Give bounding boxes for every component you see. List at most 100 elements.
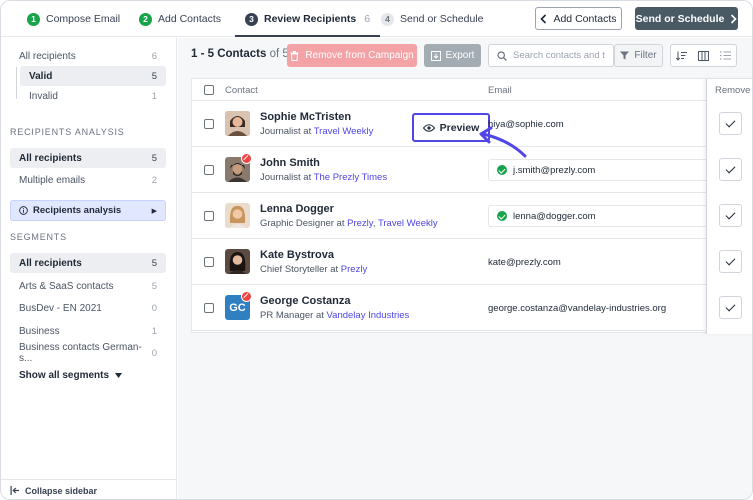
- remove-toggle[interactable]: [719, 112, 742, 135]
- remove-column: Remove: [706, 79, 752, 334]
- search-box[interactable]: [488, 44, 614, 67]
- sidebar-item-invalid[interactable]: Invalid 1: [20, 86, 166, 106]
- sidebar-item-label: All recipients: [19, 152, 82, 164]
- row-checkbox[interactable]: [204, 257, 214, 267]
- remove-label: Remove from Campaign: [305, 50, 414, 61]
- sort-button[interactable]: [670, 44, 693, 67]
- recipients-table: Contact Email Sophie McTristen Journalis…: [191, 78, 752, 334]
- sidebar-item-label: Valid: [29, 70, 53, 82]
- filter-button[interactable]: Filter: [614, 44, 663, 67]
- contact-role: Chief Storyteller at Prezly: [260, 264, 367, 275]
- contact-name[interactable]: George Costanza: [260, 295, 350, 307]
- organization-link[interactable]: The Prezly Times: [314, 172, 387, 183]
- verified-check-icon: [497, 165, 507, 175]
- step-number: 2: [139, 12, 152, 26]
- segment-item[interactable]: BusDev - EN 2021 0: [10, 298, 166, 318]
- sidebar-item-valid[interactable]: Valid 5: [20, 66, 166, 86]
- check-icon: [725, 301, 736, 311]
- caret-down-icon: [115, 373, 123, 378]
- contact-role: Graphic Designer at Prezly, Travel Weekl…: [260, 218, 438, 229]
- step-number: 4: [381, 12, 394, 26]
- row-checkbox[interactable]: [204, 211, 214, 221]
- remove-toggle[interactable]: [719, 158, 742, 181]
- select-all-checkbox[interactable]: [204, 85, 214, 95]
- segment-item[interactable]: All recipients 5: [10, 253, 166, 273]
- segment-label: Business contacts German-s...: [19, 342, 142, 364]
- check-icon: [725, 117, 736, 127]
- tree-line: [16, 67, 17, 99]
- recipients-analysis-heading: RECIPIENTS ANALYSIS: [10, 127, 125, 137]
- column-header-email: Email: [488, 85, 512, 96]
- sidebar-item-count: 1: [151, 90, 157, 102]
- contact-role: PR Manager at Vandelay Industries: [260, 310, 409, 321]
- email-select[interactable]: lenna@dogger.com: [488, 205, 711, 227]
- send-or-schedule-button[interactable]: Send or Schedule: [635, 7, 738, 30]
- filter-label: Filter: [634, 50, 657, 61]
- columns-view-button[interactable]: [692, 44, 715, 67]
- remove-toggle[interactable]: [719, 250, 742, 273]
- contact-email: lenna@dogger.com: [513, 210, 596, 222]
- row-checkbox[interactable]: [204, 119, 214, 129]
- column-header-contact: Contact: [225, 85, 258, 96]
- step-label: Review Recipients: [264, 13, 357, 25]
- organization-link[interactable]: Travel Weekly: [378, 218, 438, 229]
- segments-heading: SEGMENTS: [10, 232, 67, 242]
- show-all-segments-button[interactable]: Show all segments: [19, 370, 123, 381]
- chevron-left-icon: [540, 13, 547, 24]
- remove-toggle[interactable]: [719, 296, 742, 319]
- step-label: Compose Email: [46, 13, 121, 25]
- organization-link[interactable]: Vandelay Industries: [327, 310, 410, 321]
- step-compose-email[interactable]: 1 Compose Email: [27, 1, 120, 37]
- segment-item[interactable]: Arts & SaaS contacts 5: [10, 276, 166, 296]
- step-review-recipients[interactable]: 3 Review Recipients 6: [234, 1, 381, 37]
- remove-from-campaign-button[interactable]: Remove from Campaign: [287, 44, 417, 67]
- table-row[interactable]: GC George Costanza PR Manager at Vandela…: [192, 285, 752, 331]
- main-content: 1 - 5 Contacts of 5 Remove from Campaign…: [178, 38, 752, 499]
- sidebar-item-count: 5: [151, 70, 157, 82]
- table-row[interactable]: Lenna Dogger Graphic Designer at Prezly,…: [192, 193, 752, 239]
- sidebar-item-label: Multiple emails: [19, 174, 86, 186]
- contact-name[interactable]: Lenna Dogger: [260, 203, 334, 215]
- remove-toggle[interactable]: [719, 204, 742, 227]
- contact-name[interactable]: John Smith: [260, 157, 320, 169]
- segment-label: All recipients: [19, 257, 82, 269]
- app-window: 1 Compose Email 2 Add Contacts 3 Review …: [0, 0, 753, 500]
- row-checkbox[interactable]: [204, 165, 214, 175]
- sidebar-item-analysis-all[interactable]: All recipients 5: [10, 148, 166, 168]
- verified-check-icon: [497, 211, 507, 221]
- collapse-sidebar-label: Collapse sidebar: [25, 485, 98, 496]
- caret-right-icon: ▶: [151, 207, 157, 215]
- step-add-contacts[interactable]: 2 Add Contacts: [139, 1, 221, 37]
- contact-name[interactable]: Sophie McTristen: [260, 111, 351, 123]
- role-text: Journalist at: [260, 126, 312, 137]
- organization-link[interactable]: Travel Weekly: [314, 126, 374, 137]
- sidebar-item-multiple-emails[interactable]: Multiple emails 2: [10, 170, 166, 190]
- list-icon: [719, 51, 731, 60]
- list-view-button[interactable]: [714, 44, 737, 67]
- table-row[interactable]: Kate Bystrova Chief Storyteller at Prezl…: [192, 239, 752, 285]
- role-text: Journalist at: [260, 172, 312, 183]
- row-checkbox[interactable]: [204, 303, 214, 313]
- contacts-total: of 5: [269, 48, 289, 60]
- step-number: 1: [27, 12, 40, 26]
- contact-email: george.costanza@vandelay-industries.org: [488, 303, 667, 314]
- organization-link[interactable]: Prezly: [347, 218, 373, 229]
- step-count: 6: [364, 13, 371, 25]
- segment-item[interactable]: Business 1: [10, 321, 166, 341]
- collapse-sidebar-button[interactable]: Collapse sidebar: [1, 479, 177, 499]
- export-button[interactable]: Export: [424, 44, 481, 67]
- search-input[interactable]: [513, 50, 609, 61]
- contact-name[interactable]: Kate Bystrova: [260, 249, 334, 261]
- organization-link[interactable]: Prezly: [341, 264, 367, 275]
- sidebar-item-count: 2: [151, 174, 157, 186]
- segment-count: 5: [151, 280, 157, 292]
- eye-icon: [422, 123, 435, 132]
- recipients-analysis-button[interactable]: Recipients analysis ▶: [10, 200, 166, 221]
- recipients-analysis-label: Recipients analysis: [33, 205, 122, 216]
- add-contacts-button[interactable]: Add Contacts: [535, 7, 622, 30]
- email-select[interactable]: j.smith@prezly.com: [488, 159, 711, 181]
- contacts-summary: 1 - 5 Contacts of 5: [191, 48, 289, 60]
- segment-item[interactable]: Business contacts German-s... 0: [10, 342, 166, 364]
- sidebar-item-all-recipients[interactable]: All recipients 6: [10, 46, 166, 66]
- step-send-or-schedule[interactable]: 4 Send or Schedule: [381, 1, 483, 37]
